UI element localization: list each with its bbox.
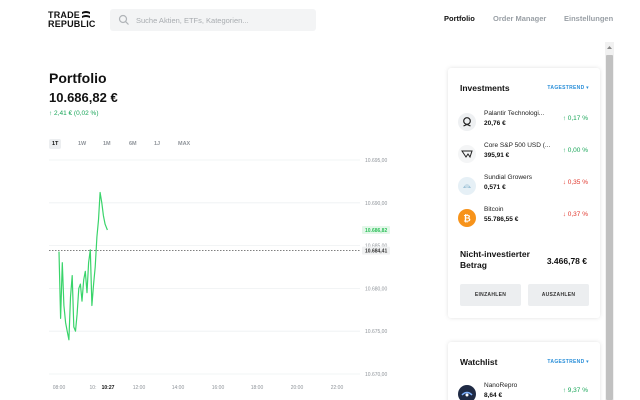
- etf-icon: [458, 145, 476, 163]
- investment-row[interactable]: ₿ Bitcoin 55.786,55 € ↓ 0,37 %: [448, 204, 600, 234]
- x-tick-label: 18:00: [251, 385, 264, 391]
- logo-mark-icon: [82, 11, 90, 18]
- y-tick-label: 10.675,00: [365, 329, 387, 335]
- range-max[interactable]: MAX: [175, 139, 193, 149]
- y-tick-label: 10.695,00: [365, 158, 387, 164]
- y-tick-label: 10.680,00: [365, 286, 387, 292]
- x-tick-label: 10:27: [102, 385, 115, 391]
- palantir-icon: [458, 113, 476, 131]
- nav-settings[interactable]: Einstellungen: [564, 14, 613, 23]
- x-tick-label: 08:00: [53, 385, 66, 391]
- investment-row[interactable]: Sundial Growers 0,571 € ↓ 0,35 %: [448, 172, 600, 202]
- page-title: Portfolio: [49, 70, 107, 86]
- investments-title: Investments: [460, 83, 510, 93]
- top-header: TRADE REPUBLIC Portfolio Order Manager E…: [0, 0, 640, 40]
- watchlist-trend-dropdown[interactable]: TAGESTREND ▾: [547, 359, 589, 365]
- series-line: [58, 191, 108, 341]
- svg-text:₿: ₿: [463, 213, 470, 224]
- current-value-label: 10.686,82: [365, 228, 387, 234]
- deposit-button[interactable]: EINZAHLEN: [460, 284, 521, 306]
- x-tick-label: 20:00: [291, 385, 304, 391]
- search-icon: [118, 14, 129, 25]
- nav-order-manager[interactable]: Order Manager: [493, 14, 546, 23]
- portfolio-chart[interactable]: 10.695,0010.690,0010.685,0010.680,0010.6…: [0, 150, 400, 400]
- app-page: TRADE REPUBLIC Portfolio Order Manager E…: [0, 0, 640, 400]
- x-tick-label: 14:00: [172, 385, 185, 391]
- investments-trend-dropdown[interactable]: TAGESTREND ▾: [547, 85, 589, 91]
- y-tick-label: 10.690,00: [365, 201, 387, 207]
- withdraw-button[interactable]: AUSZAHLEN: [528, 284, 589, 306]
- search-input[interactable]: [136, 9, 312, 31]
- uninvested-value: 3.466,78 €: [546, 256, 587, 266]
- range-1w[interactable]: 1W: [75, 139, 89, 149]
- watchlist-row[interactable]: NanoRepro 8,64 € ↑ 9,37 %: [448, 380, 600, 400]
- range-1t[interactable]: 1T: [49, 139, 62, 149]
- sundial-icon: [458, 177, 476, 195]
- x-tick-label: 22:00: [331, 385, 344, 391]
- scroll-up-icon[interactable]: [606, 44, 613, 51]
- range-1j[interactable]: 1J: [151, 139, 163, 149]
- scrollbar-thumb[interactable]: [606, 55, 613, 400]
- range-1m[interactable]: 1M: [100, 139, 114, 149]
- bitcoin-icon: ₿: [458, 209, 476, 227]
- nanorepro-icon: [458, 385, 476, 400]
- reference-label: 10.684,41: [365, 249, 387, 255]
- investments-card: Investments TAGESTREND ▾ Palantir Techno…: [448, 68, 600, 318]
- portfolio-total: 10.686,82 €: [49, 90, 118, 105]
- y-tick-label: 10.670,00: [365, 372, 387, 378]
- range-6m[interactable]: 6M: [126, 139, 140, 149]
- investment-row[interactable]: Core S&P 500 USD (... 395,91 € ↑ 0,00 %: [448, 140, 600, 170]
- search-bar[interactable]: [110, 9, 316, 31]
- uninvested-label: Nicht-investierter Betrag: [460, 249, 530, 270]
- portfolio-change: ↑ 2,41 € (0,02 %): [49, 110, 99, 117]
- nav-portfolio[interactable]: Portfolio: [444, 14, 475, 23]
- watchlist-title: Watchlist: [460, 357, 498, 367]
- x-tick-label: 16:00: [212, 385, 225, 391]
- x-tick-label: 10:: [90, 385, 97, 391]
- x-tick-label: 12:00: [133, 385, 146, 391]
- watchlist-card: Watchlist TAGESTREND ▾ NanoRepro 8,64 € …: [448, 342, 600, 400]
- investment-row[interactable]: Palantir Technologi... 20,76 € ↑ 0,17 %: [448, 108, 600, 138]
